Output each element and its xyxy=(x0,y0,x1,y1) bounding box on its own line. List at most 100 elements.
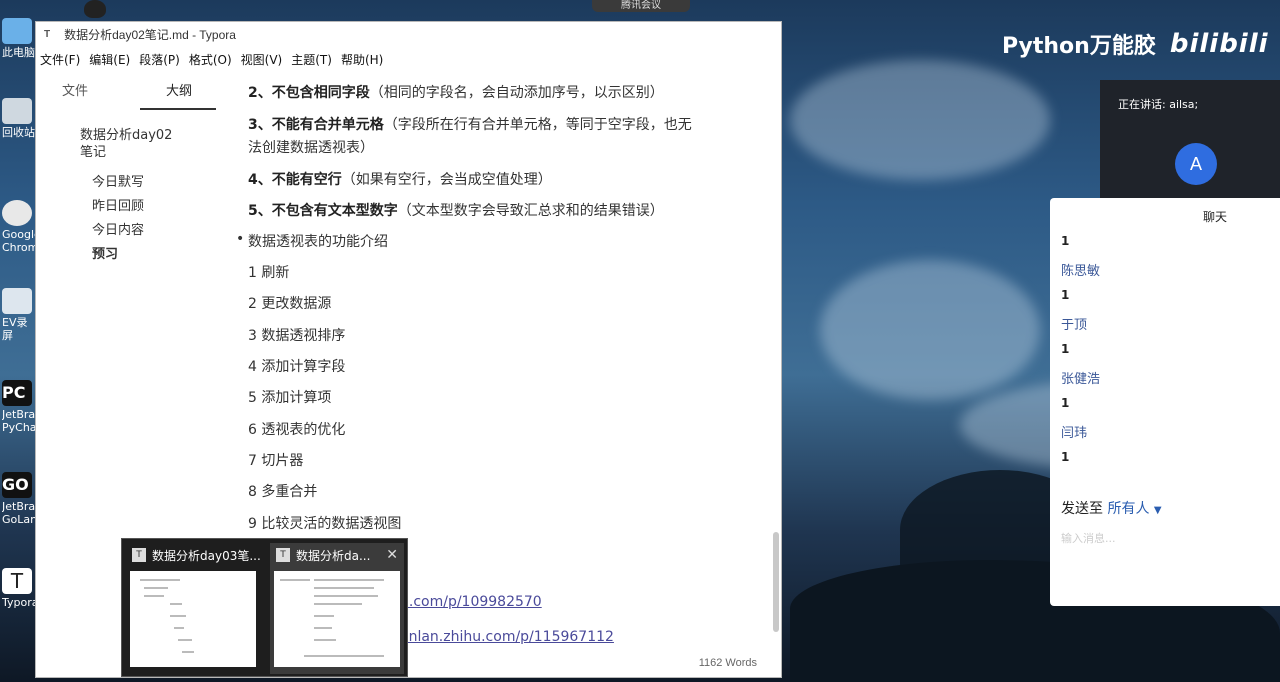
bilibili-watermark: Python万能胶 bilibili xyxy=(1002,28,1269,60)
feature-item: 3 数据透视排序 xyxy=(248,328,346,344)
avatar[interactable]: A xyxy=(1175,143,1217,185)
send-to-label: 发送至 xyxy=(1061,501,1103,517)
title-bar: T 数据分析day02笔记.md - Typora xyxy=(36,22,781,47)
window-title: 数据分析day02笔记.md - Typora xyxy=(64,28,236,42)
chevron-down-icon[interactable]: ▼ xyxy=(1154,505,1162,516)
word-count[interactable]: 1162 Words xyxy=(699,657,757,669)
menu-paragraph[interactable]: 段落(P) xyxy=(139,51,180,68)
chat-message-text: 1 xyxy=(1061,288,1070,302)
desktop-icon-typora[interactable]: T Typora xyxy=(2,568,36,609)
pycharm-icon: PC xyxy=(2,380,32,406)
desktop-icon-recycle-bin[interactable]: 回收站 xyxy=(2,98,36,139)
chat-message-text: 1 xyxy=(1061,234,1070,248)
thumbnail-preview xyxy=(130,571,256,667)
rule-4: 4、不能有空行（如果有空行，会当成空值处理） xyxy=(248,169,552,189)
outline-item-active[interactable]: 预习 xyxy=(80,243,226,267)
tab-outline[interactable]: 大纲 xyxy=(140,72,216,110)
menu-theme[interactable]: 主题(T) xyxy=(291,51,332,68)
tencent-meeting-tray[interactable]: 腾讯会议 xyxy=(592,0,690,12)
brand-text: Python万能胶 xyxy=(1002,34,1156,59)
menu-view[interactable]: 视图(V) xyxy=(241,51,283,68)
ev-recorder-icon xyxy=(2,288,32,314)
desktop-icon-label: JetBrains PyCharm xyxy=(2,408,36,434)
desktop-icon-ev-recorder[interactable]: EV录屏 xyxy=(2,288,36,342)
close-icon[interactable]: ✕ xyxy=(386,547,398,563)
desktop-icons: 此电脑 回收站 Google Chrome EV录屏 PC JetBrains … xyxy=(0,0,36,682)
typora-icon: T xyxy=(2,568,32,594)
menu-help[interactable]: 帮助(H) xyxy=(341,51,383,68)
desktop-icon-label: 回收站 xyxy=(2,126,35,139)
send-to-target[interactable]: 所有人 xyxy=(1107,501,1149,517)
thumbnail-title: 数据分析day03笔... xyxy=(152,548,260,563)
chat-sender-name[interactable]: 闫玮 xyxy=(1061,422,1087,441)
recycle-bin-icon xyxy=(2,98,32,124)
rule-3: 3、不能有合并单元格（字段所在行有合并单元格，等同于空字段，也无 xyxy=(248,114,692,134)
thumbnail-preview xyxy=(274,571,400,667)
menu-bar: 文件(F) 编辑(E) 段落(P) 格式(O) 视图(V) 主题(T) 帮助(H… xyxy=(36,47,781,71)
chat-title: 聊天 xyxy=(1202,210,1227,224)
chat-message-text: 1 xyxy=(1061,450,1070,464)
rule-note: （字段所在行有合并单元格，等同于空字段，也无 xyxy=(383,117,692,133)
typora-app-icon: T xyxy=(44,29,51,40)
goland-icon: GO xyxy=(2,472,32,498)
rule-bold: 3、不能有合并单元格 xyxy=(248,117,384,133)
rule-note: （如果有空行，会当成空值处理） xyxy=(341,172,552,188)
meeting-speaker-panel: 正在讲话: ailsa; A xyxy=(1100,80,1280,198)
feature-item: 1 刷新 xyxy=(248,265,290,281)
chat-input[interactable]: 输入消息... xyxy=(1061,530,1116,546)
typora-icon: T xyxy=(132,548,146,562)
desktop-icon-label: Google Chrome xyxy=(2,228,36,254)
menu-format[interactable]: 格式(O) xyxy=(189,51,232,68)
outline-item[interactable]: 昨日回顾 xyxy=(80,195,226,219)
desktop-icon-label: JetBrains GoLand xyxy=(2,500,36,526)
typora-icon: T xyxy=(276,548,290,562)
desktop-icon-this-pc[interactable]: 此电脑 xyxy=(2,18,36,59)
feature-item: 5 添加计算项 xyxy=(248,390,332,406)
rule-note: （相同的字段名，会自动添加序号，以示区别） xyxy=(369,85,664,101)
qq-penguin-icon[interactable] xyxy=(84,0,106,18)
feature-item: 8 多重合并 xyxy=(248,484,318,500)
chrome-icon xyxy=(2,200,32,226)
scrollbar-thumb[interactable] xyxy=(773,532,779,632)
feature-item: 7 切片器 xyxy=(248,453,304,469)
desktop-icon-chrome[interactable]: Google Chrome xyxy=(2,200,36,254)
menu-edit[interactable]: 编辑(E) xyxy=(89,51,130,68)
desktop-icon-label: Typora xyxy=(2,596,36,609)
bullet-item: 数据透视表的功能介绍 xyxy=(236,231,388,251)
rule-2: 2、不包含相同字段（相同的字段名，会自动添加序号，以示区别） xyxy=(248,82,664,102)
rule-note: （文本型数字会导致汇总求和的结果错误） xyxy=(397,203,664,219)
desktop-icon-label: 此电脑 xyxy=(2,46,35,59)
feature-item: 9 比较灵活的数据透视图 xyxy=(248,516,402,532)
zhihu-link-1[interactable]: u.com/p/109982570 xyxy=(400,594,542,610)
zhihu-link-2[interactable]: anlan.zhihu.com/p/115967112 xyxy=(400,629,614,645)
rule-3-cont: 法创建数据透视表） xyxy=(248,140,374,156)
chat-sender-name[interactable]: 张健浩 xyxy=(1061,368,1100,387)
rule-bold: 5、不包含有文本型数字 xyxy=(248,203,398,219)
thumbnail-window-2[interactable]: T 数据分析da... ✕ xyxy=(270,543,404,674)
taskbar-thumbnail-popup: T 数据分析day03笔... T 数据分析da... ✕ xyxy=(121,538,408,677)
feature-item: 2 更改数据源 xyxy=(248,296,332,312)
rule-5: 5、不包含有文本型数字（文本型数字会导致汇总求和的结果错误） xyxy=(248,200,664,220)
send-to-selector[interactable]: 发送至 所有人 ▼ xyxy=(1061,498,1162,518)
chat-sender-name[interactable]: 于顶 xyxy=(1061,314,1087,333)
bilibili-logo-text: bilibili xyxy=(1169,29,1269,59)
outline-item[interactable]: 今日内容 xyxy=(80,219,226,243)
rule-bold: 4、不能有空行 xyxy=(248,172,342,188)
feature-item: 4 添加计算字段 xyxy=(248,359,346,375)
menu-file[interactable]: 文件(F) xyxy=(40,51,80,68)
feature-item: 6 透视表的优化 xyxy=(248,422,346,438)
outline-item[interactable]: 今日默写 xyxy=(80,171,226,195)
thumbnail-window-1[interactable]: T 数据分析day03笔... xyxy=(126,543,260,674)
thumbnail-title: 数据分析da... xyxy=(296,548,371,563)
outline-tree: 数据分析day02笔记 今日默写 昨日回顾 今日内容 预习 xyxy=(36,110,226,267)
meeting-chat-panel: 聊天 1 陈思敏 1 于顶 1 张健浩 1 闫玮 1 发送至 所有人 ▼ 输入消… xyxy=(1050,198,1280,606)
outline-item-h1[interactable]: 数据分析day02笔记 xyxy=(80,127,180,161)
tab-files[interactable]: 文件 xyxy=(60,72,140,110)
computer-icon xyxy=(2,18,32,44)
chat-message-text: 1 xyxy=(1061,342,1070,356)
speaking-indicator: 正在讲话: ailsa; xyxy=(1118,98,1199,111)
desktop-icon-label: EV录屏 xyxy=(2,316,28,342)
chat-sender-name[interactable]: 陈思敏 xyxy=(1061,260,1100,279)
desktop-icon-pycharm[interactable]: PC JetBrains PyCharm xyxy=(2,380,36,434)
desktop-icon-goland[interactable]: GO JetBrains GoLand xyxy=(2,472,36,526)
